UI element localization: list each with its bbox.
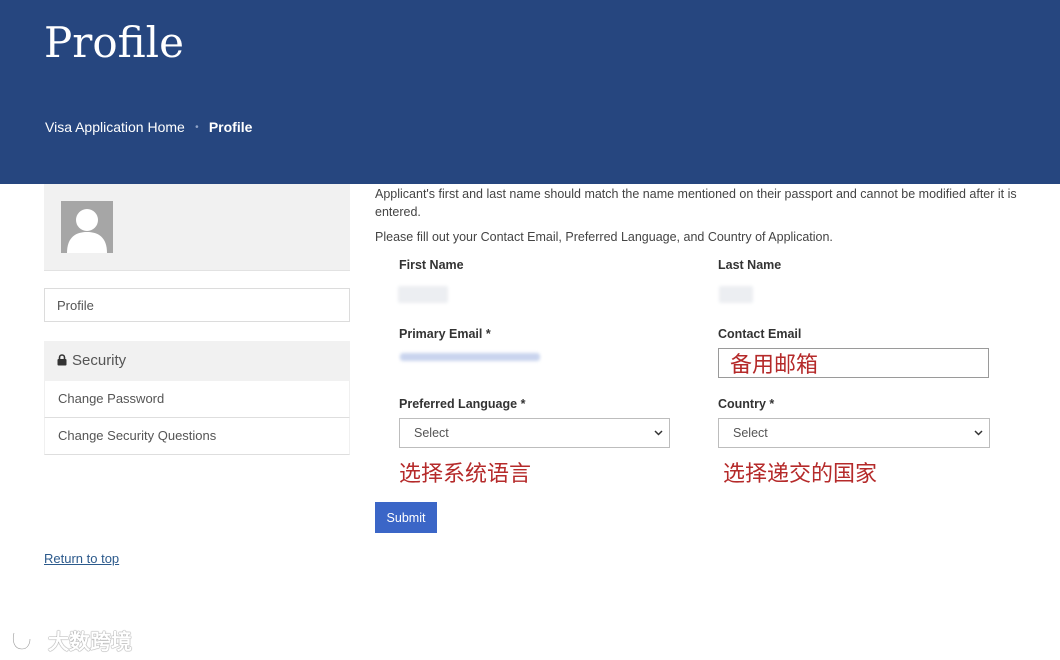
country-select-value: Select [733, 426, 768, 440]
watermark-text: 大数跨境 [48, 631, 132, 654]
breadcrumb-current: Profile [208, 119, 253, 135]
sidebar-item-profile[interactable]: Profile [44, 288, 350, 322]
sidebar-item-change-security-questions[interactable]: Change Security Questions [44, 418, 350, 455]
contact-email-annotation: 备用邮箱 [730, 353, 819, 378]
first-name-label: First Name [399, 258, 464, 272]
avatar-panel [44, 184, 350, 271]
return-to-top-link[interactable]: Return to top [44, 551, 119, 566]
security-heading: Security [44, 341, 350, 381]
page-title: Profile [44, 18, 184, 67]
page-header: Profile Visa Application Home • Profile [0, 0, 1060, 184]
chevron-down-icon [654, 419, 663, 459]
watermark-logo-icon [12, 630, 48, 651]
primary-email-value-redacted [400, 353, 540, 361]
breadcrumb-separator-icon: • [195, 121, 199, 133]
primary-email-label: Primary Email * [399, 327, 491, 341]
breadcrumb-home-link[interactable]: Visa Application Home [45, 119, 185, 135]
preferred-language-select-value: Select [414, 426, 449, 440]
last-name-label: Last Name [718, 258, 782, 272]
avatar-placeholder-icon [61, 201, 113, 253]
submit-button[interactable]: Submit [375, 502, 437, 533]
instructions-text: Please fill out your Contact Email, Pref… [375, 230, 833, 244]
name-policy-text: Applicant's first and last name should m… [375, 187, 1017, 219]
security-heading-label: Security [72, 352, 127, 369]
language-annotation: 选择系统语言 [399, 462, 532, 487]
watermark: 大数跨境 [10, 626, 132, 656]
country-annotation: 选择递交的国家 [723, 462, 878, 487]
first-name-value-redacted [398, 286, 448, 303]
breadcrumb: Visa Application Home • Profile [45, 119, 252, 135]
country-label: Country * [718, 397, 775, 411]
country-select[interactable]: Select [718, 418, 990, 448]
contact-email-label: Contact Email [718, 327, 802, 341]
preferred-language-label: Preferred Language * [399, 397, 526, 411]
last-name-value-redacted [719, 286, 753, 303]
security-panel: Security Change Password Change Security… [44, 341, 350, 455]
preferred-language-select[interactable]: Select [399, 418, 670, 448]
sidebar-item-change-password[interactable]: Change Password [44, 381, 350, 418]
lock-icon [57, 342, 67, 382]
chevron-down-icon [974, 419, 983, 459]
